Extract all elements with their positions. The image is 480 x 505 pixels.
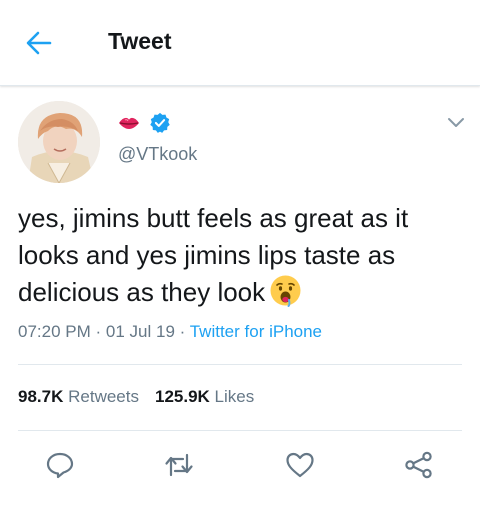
retweet-icon[interactable]: [164, 451, 194, 479]
retweets-stat[interactable]: 98.7K Retweets: [18, 387, 139, 407]
display-name[interactable]: [118, 111, 171, 135]
action-bar: [0, 445, 480, 485]
tweet-metadata: 07:20 PM · 01 Jul 19 · Twitter for iPhon…: [18, 322, 322, 342]
engagement-stats: 98.7K Retweets 125.9K Likes: [18, 387, 254, 407]
back-arrow-icon[interactable]: [22, 26, 56, 60]
tweet-text: yes, jimins butt feels as great as it lo…: [18, 200, 458, 311]
page-title: Tweet: [108, 28, 172, 54]
reply-icon[interactable]: [45, 451, 75, 479]
tweet-detail: @VTkook yes, jimins butt feels as great …: [0, 87, 480, 505]
likes-label: Likes: [214, 387, 255, 406]
tweet-date: 01 Jul 19: [105, 322, 175, 341]
divider: [18, 364, 462, 365]
likes-count: 125.9K: [154, 387, 210, 406]
chevron-down-icon[interactable]: [446, 115, 466, 129]
meta-separator: ·: [179, 322, 186, 341]
meta-separator: ·: [95, 322, 102, 341]
divider: [18, 430, 462, 431]
retweets-count: 98.7K: [18, 387, 64, 406]
share-icon[interactable]: [404, 451, 434, 479]
likes-stat[interactable]: 125.9K Likes: [155, 387, 254, 407]
avatar[interactable]: [18, 101, 100, 183]
lips-emoji-icon: [119, 117, 139, 129]
top-bar: Tweet: [0, 0, 480, 86]
like-icon[interactable]: [285, 451, 315, 479]
verified-badge-icon: [150, 112, 170, 133]
tweet-text-content: yes, jimins butt feels as great as it lo…: [18, 203, 409, 307]
retweets-label: Retweets: [68, 387, 139, 406]
tweet-source-link[interactable]: Twitter for iPhone: [190, 322, 322, 341]
tweet-time: 07:20 PM: [18, 322, 91, 341]
drooling-face-emoji-icon: [270, 275, 301, 307]
username[interactable]: @VTkook: [118, 144, 197, 165]
